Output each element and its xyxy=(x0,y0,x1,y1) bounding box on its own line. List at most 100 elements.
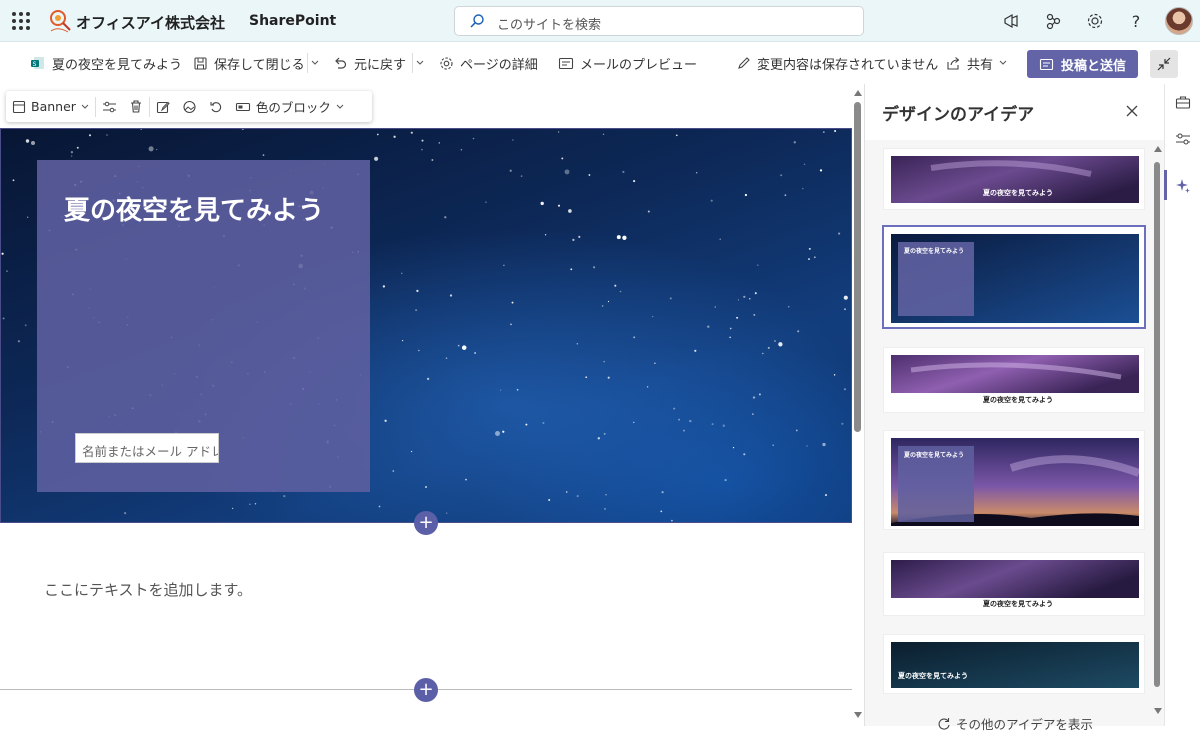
star xyxy=(793,141,796,144)
pencil-icon xyxy=(738,56,750,69)
design-idea-1[interactable]: 夏の夜空を見てみよう xyxy=(883,148,1145,210)
star xyxy=(822,131,825,134)
page-title[interactable]: 夏の夜空を見てみよう xyxy=(64,190,324,227)
page-name-button[interactable]: S 夏の夜空を見てみよう xyxy=(30,53,182,73)
waffle-icon[interactable] xyxy=(12,12,30,30)
panel-title: デザインのアイデア xyxy=(882,105,1035,125)
canvas-scrollbar[interactable] xyxy=(852,84,864,726)
star xyxy=(392,470,395,472)
design-idea-5[interactable]: 夏の夜空を見てみよう xyxy=(883,552,1145,616)
active-indicator xyxy=(1164,170,1167,200)
star xyxy=(27,216,29,218)
scrollbar-thumb[interactable] xyxy=(1154,162,1160,687)
help-icon[interactable]: ? xyxy=(1125,10,1147,32)
share-button[interactable]: 共有 xyxy=(946,53,1007,73)
save-dropdown-chevron[interactable] xyxy=(307,53,321,73)
share-network-icon[interactable] xyxy=(1042,10,1064,32)
search-input[interactable]: このサイトを検索 xyxy=(497,14,601,33)
star xyxy=(446,512,448,514)
star xyxy=(449,294,453,297)
properties-icon[interactable] xyxy=(1174,130,1192,148)
design-idea-3[interactable]: 夏の夜空を見てみよう xyxy=(883,347,1145,413)
star xyxy=(106,134,108,136)
author-input[interactable]: 名前またはメール アドレ xyxy=(75,433,219,463)
star xyxy=(425,486,427,488)
star xyxy=(1,252,4,255)
star xyxy=(262,154,265,156)
star xyxy=(753,313,756,316)
post-send-button[interactable]: 投稿と送信 xyxy=(1027,50,1138,78)
design-idea-2[interactable]: 夏の夜空を見てみよう xyxy=(883,226,1145,328)
design-idea-6[interactable]: 夏の夜空を見てみよう xyxy=(883,634,1145,694)
star xyxy=(30,140,36,146)
search-box[interactable]: このサイトを検索 xyxy=(454,6,864,36)
page-name: 夏の夜空を見てみよう xyxy=(52,57,183,73)
text-webpart[interactable]: ここにテキストを追加します。 xyxy=(44,579,252,600)
star xyxy=(401,339,404,342)
right-rail xyxy=(1164,84,1200,726)
email-preview-button[interactable]: メールのプレビュー xyxy=(558,53,697,73)
edit-properties-button[interactable] xyxy=(96,91,123,122)
chevron-down-icon xyxy=(336,104,344,109)
title-banner[interactable]: 夏の夜空を見てみよう 名前またはメール アドレ xyxy=(0,128,852,523)
avatar[interactable] xyxy=(1165,7,1193,35)
scroll-down-icon xyxy=(1154,708,1162,714)
delete-button[interactable] xyxy=(123,91,149,122)
star xyxy=(509,169,512,172)
star xyxy=(254,503,257,505)
star xyxy=(410,450,413,453)
idea-caption: 夏の夜空を見てみよう xyxy=(983,189,1053,197)
color-block-label: 色のブロック xyxy=(255,100,331,115)
focal-point-button[interactable] xyxy=(176,91,203,122)
collapse-button[interactable] xyxy=(1150,50,1178,78)
page-details-button[interactable]: ページの詳細 xyxy=(439,53,538,73)
reset-button[interactable] xyxy=(203,91,229,122)
star xyxy=(457,344,460,347)
star xyxy=(633,421,635,424)
add-section-button[interactable]: + xyxy=(414,678,438,702)
star xyxy=(485,201,487,203)
edit-image-button[interactable] xyxy=(150,91,176,122)
gear-icon[interactable] xyxy=(1084,10,1106,32)
site-logo[interactable] xyxy=(48,8,74,34)
idea-thumbnail xyxy=(891,642,1139,688)
star xyxy=(576,342,579,345)
design-ideas-icon[interactable] xyxy=(1174,177,1192,195)
design-idea-4[interactable]: 夏の夜空を見てみよう xyxy=(883,430,1145,530)
megaphone-icon[interactable] xyxy=(1000,10,1022,32)
undo-button[interactable]: 元に戻す xyxy=(333,53,406,73)
star xyxy=(787,305,790,308)
star xyxy=(444,216,447,219)
star xyxy=(540,201,544,206)
star xyxy=(25,139,30,143)
star xyxy=(70,151,74,154)
color-block-dropdown[interactable]: 色のブロック xyxy=(229,91,350,122)
panel-scrollbar[interactable] xyxy=(1152,146,1162,714)
star xyxy=(819,169,823,172)
star xyxy=(737,299,740,301)
plus-icon: + xyxy=(418,679,434,700)
star xyxy=(622,235,627,240)
idea-thumbnail xyxy=(891,355,1139,393)
layout-dropdown[interactable]: Banner xyxy=(6,91,95,122)
star xyxy=(724,479,727,482)
star xyxy=(376,133,379,136)
add-section-button[interactable]: + xyxy=(414,511,438,535)
star xyxy=(743,453,746,456)
star xyxy=(808,258,810,261)
undo-dropdown-chevron[interactable] xyxy=(412,53,426,73)
star xyxy=(808,247,811,250)
more-ideas-link[interactable]: その他のアイデアを表示 xyxy=(937,714,1093,733)
close-icon[interactable] xyxy=(1123,102,1141,120)
scrollbar-thumb[interactable] xyxy=(854,102,861,432)
star xyxy=(616,235,621,240)
star xyxy=(502,430,505,433)
save-close-button[interactable]: 保存して閉じる xyxy=(193,53,305,73)
image-icon xyxy=(183,100,196,113)
star xyxy=(70,155,73,157)
app-name[interactable]: SharePoint xyxy=(249,13,336,29)
star xyxy=(802,187,804,190)
site-name[interactable]: オフィスアイ株式会社 xyxy=(76,12,225,33)
toolbox-icon[interactable] xyxy=(1174,93,1192,111)
star xyxy=(797,330,800,333)
